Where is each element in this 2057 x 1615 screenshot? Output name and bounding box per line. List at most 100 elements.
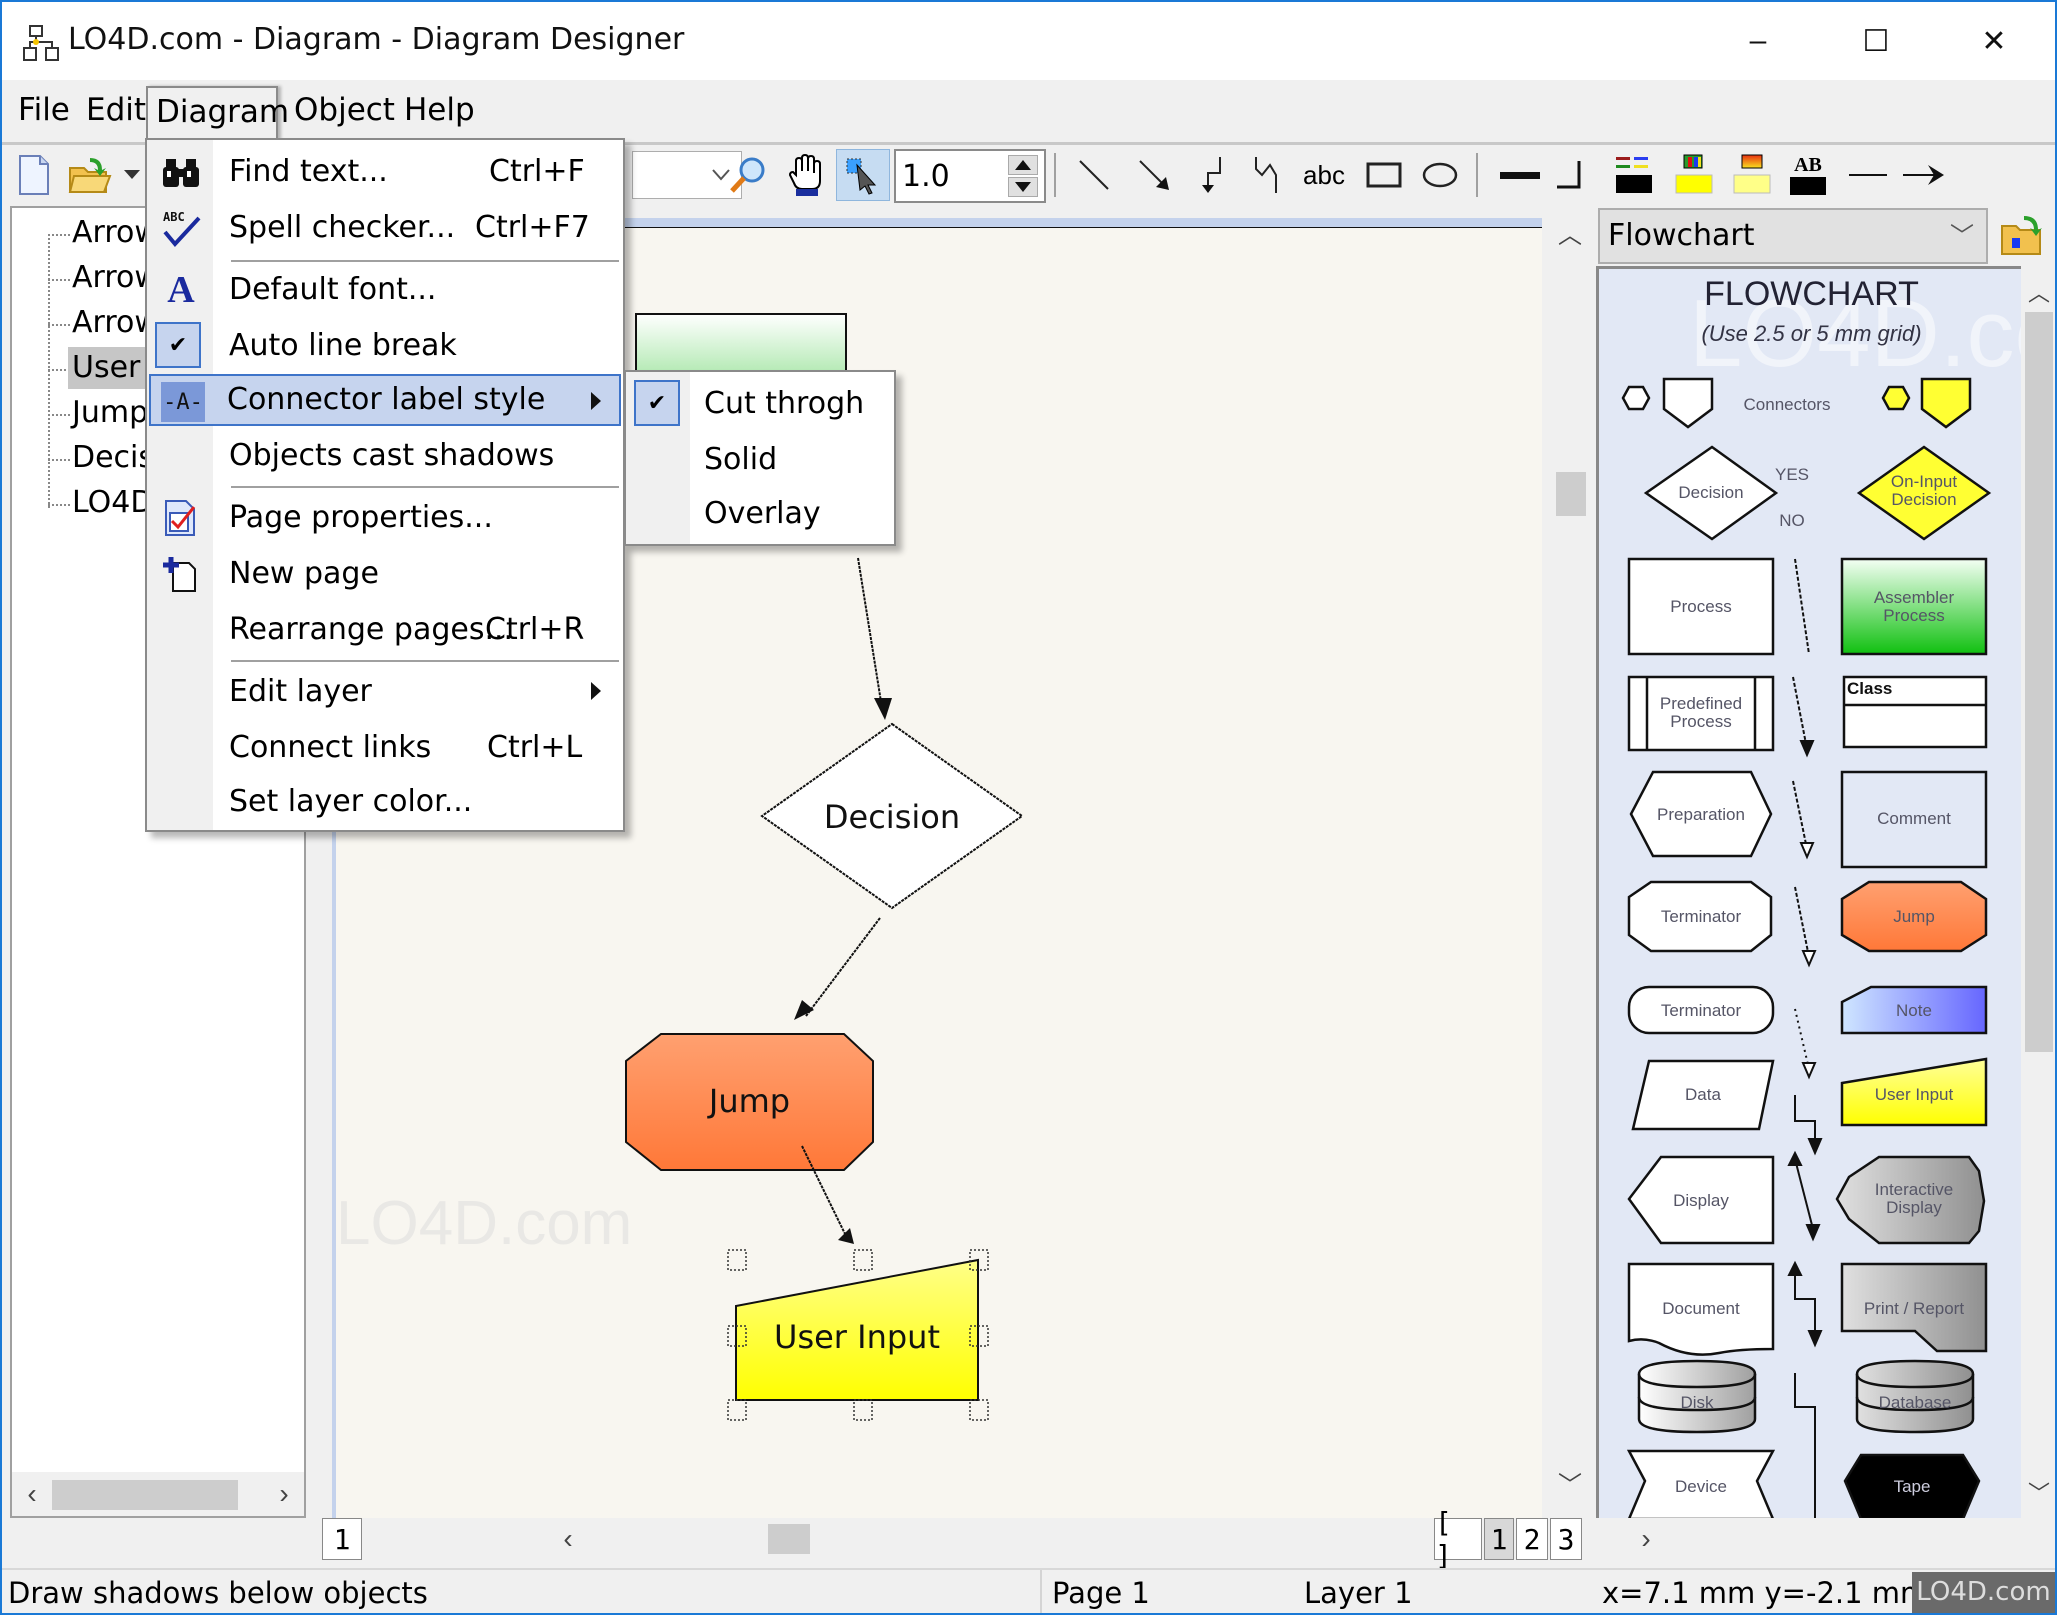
submenu-item-solid[interactable]: Solid — [628, 434, 892, 486]
new-file-icon[interactable] — [10, 151, 58, 199]
scroll-up-icon[interactable]: ︿ — [2021, 272, 2057, 312]
user-input-label: User Input — [774, 1318, 940, 1356]
menu-diagram[interactable]: Diagram — [146, 86, 289, 140]
page-tab[interactable]: 2 — [1516, 1518, 1548, 1560]
submenu-item-overlay[interactable]: Overlay — [628, 488, 892, 540]
palette-label: Comment — [1877, 809, 1951, 828]
palette-connector-offpage-yellow[interactable] — [1920, 377, 1972, 429]
menu-item-label: Spell checker... — [229, 210, 456, 245]
menu-item-new-page[interactable]: New page — [149, 548, 621, 600]
palette-connector-circle-yellow[interactable] — [1881, 385, 1911, 411]
scroll-left-icon[interactable]: ‹ — [12, 1472, 52, 1516]
zoom-icon[interactable] — [724, 151, 772, 199]
menu-item-spell-checker[interactable]: ABC Spell checker... Ctrl+F7 — [149, 202, 621, 254]
line-width-tool-icon[interactable] — [1496, 151, 1544, 199]
scrollbar-thumb[interactable] — [768, 1524, 810, 1554]
menu-item-objects-cast-shadows[interactable]: Objects cast shadows — [149, 430, 621, 482]
menu-item-set-layer-color[interactable]: Set layer color... — [149, 776, 621, 828]
title-bar: LO4D.com - Diagram - Diagram Designer – … — [2, 2, 2055, 80]
gradient-fill-icon[interactable] — [1728, 151, 1776, 199]
text-color-icon[interactable]: AB — [1784, 151, 1832, 199]
menu-item-page-properties[interactable]: Page properties... — [149, 492, 621, 544]
maximize-button[interactable]: ☐ — [1817, 2, 1935, 80]
minimize-button[interactable]: – — [1699, 2, 1817, 80]
scrollbar-thumb[interactable] — [1556, 472, 1586, 516]
palette-connector-samples[interactable] — [1787, 558, 1823, 1518]
line-color-icon[interactable] — [1610, 151, 1658, 199]
line-corner-tool-icon[interactable] — [1546, 151, 1594, 199]
hand-tool-icon[interactable] — [782, 151, 830, 199]
menu-item-default-font[interactable]: A Default font... — [149, 264, 621, 316]
connector-arrow[interactable] — [805, 917, 881, 1017]
menu-item-rearrange-pages[interactable]: Rearrange pages... Ctrl+R — [149, 604, 621, 656]
connector-arrow[interactable] — [857, 557, 883, 709]
window-title: LO4D.com - Diagram - Diagram Designer — [68, 22, 685, 57]
tree-connector-line — [48, 234, 50, 508]
spin-down-button[interactable] — [1008, 177, 1038, 197]
page-tab[interactable]: [ ] — [1434, 1506, 1482, 1572]
menu-item-shortcut: Ctrl+L — [487, 730, 583, 765]
tree-branch — [48, 279, 70, 281]
scroll-up-icon[interactable]: ︿ — [1550, 212, 1590, 252]
palette-connector-circle[interactable] — [1621, 385, 1651, 411]
arrow-line-tool-icon[interactable] — [1130, 151, 1178, 199]
palette-label: Process — [1670, 597, 1732, 616]
palette-connector-offpage[interactable] — [1662, 377, 1714, 429]
line-width-input[interactable]: 1.0 — [894, 149, 1046, 203]
menu-item-auto-line-break[interactable]: ✔ Auto line break — [149, 320, 621, 372]
rectangle-tool-icon[interactable] — [1360, 151, 1408, 199]
menu-item-connect-links[interactable]: Connect links Ctrl+L — [149, 722, 621, 774]
ellipse-tool-icon[interactable] — [1416, 151, 1464, 199]
menu-object[interactable]: Object — [286, 86, 403, 136]
palette-vertical-scrollbar[interactable]: ︿ ﹀ — [2021, 266, 2057, 1518]
page-tab[interactable]: 1 — [1484, 1518, 1514, 1560]
toolbar-separator — [1054, 153, 1056, 197]
tree-horizontal-scrollbar[interactable]: ‹ › — [12, 1472, 304, 1516]
line-end-none-icon[interactable] — [1844, 151, 1892, 199]
fill-color-icon[interactable] — [1670, 151, 1718, 199]
menu-separator — [231, 260, 619, 262]
page-tab[interactable]: 1 — [322, 1518, 362, 1560]
menu-item-connector-label-style[interactable]: -A- Connector label style — [149, 374, 621, 426]
spin-up-button[interactable] — [1008, 155, 1038, 175]
status-coordinates: x=7.1 mm y=-2.1 mm — [1602, 1576, 1929, 1610]
menu-separator — [231, 660, 619, 662]
scroll-down-icon[interactable]: ﹀ — [1550, 1462, 1590, 1502]
line-tool-icon[interactable] — [1070, 151, 1118, 199]
elbow-connector-tool-icon[interactable] — [1188, 151, 1236, 199]
select-tool-icon[interactable] — [836, 149, 890, 201]
page-tab[interactable]: 3 — [1550, 1518, 1582, 1560]
canvas-vertical-scrollbar[interactable]: ︿ ﹀ — [1550, 206, 1590, 1518]
scroll-left-icon[interactable]: ‹ — [548, 1518, 588, 1560]
palette-select[interactable]: Flowchart ﹀ — [1598, 208, 1988, 264]
close-button[interactable]: ✕ — [1935, 2, 2053, 80]
menu-file[interactable]: File — [10, 86, 78, 136]
submenu-item-cut-through[interactable]: ✔ Cut throgh — [628, 378, 892, 430]
scroll-right-icon[interactable]: › — [1626, 1518, 1666, 1560]
scrollbar-thumb[interactable] — [2025, 312, 2053, 1052]
open-dropdown-icon[interactable] — [120, 151, 144, 199]
chevron-down-icon: ﹀ — [1950, 222, 1974, 250]
palette-label: Assembler Process — [1873, 588, 1955, 625]
scroll-right-icon[interactable]: › — [264, 1472, 304, 1516]
menu-item-find-text[interactable]: Find text... Ctrl+F — [149, 146, 621, 198]
line-end-arrow-icon[interactable] — [1900, 151, 1948, 199]
toolbar-separator — [1476, 153, 1478, 197]
tree-item[interactable]: Jump — [68, 392, 152, 434]
open-palette-icon[interactable] — [2000, 212, 2046, 258]
menu-help[interactable]: Help — [396, 86, 483, 136]
palette-label: Print / Report — [1863, 1299, 1965, 1318]
menu-item-label: Solid — [704, 442, 778, 477]
scroll-down-icon[interactable]: ﹀ — [2021, 1472, 2057, 1512]
zigzag-connector-tool-icon[interactable] — [1244, 151, 1292, 199]
no-label: NO — [1779, 511, 1805, 530]
text-tool-icon[interactable]: abc — [1300, 151, 1348, 199]
yes-label: YES — [1774, 465, 1810, 484]
decision-label: Decision — [823, 798, 961, 836]
menu-edit[interactable]: Edit — [78, 86, 154, 136]
menu-item-label: Auto line break — [229, 328, 457, 363]
menu-item-shortcut: Ctrl+F7 — [475, 210, 590, 245]
scrollbar-thumb[interactable] — [52, 1480, 238, 1510]
open-file-icon[interactable] — [66, 151, 114, 199]
menu-item-edit-layer[interactable]: Edit layer — [149, 666, 621, 718]
